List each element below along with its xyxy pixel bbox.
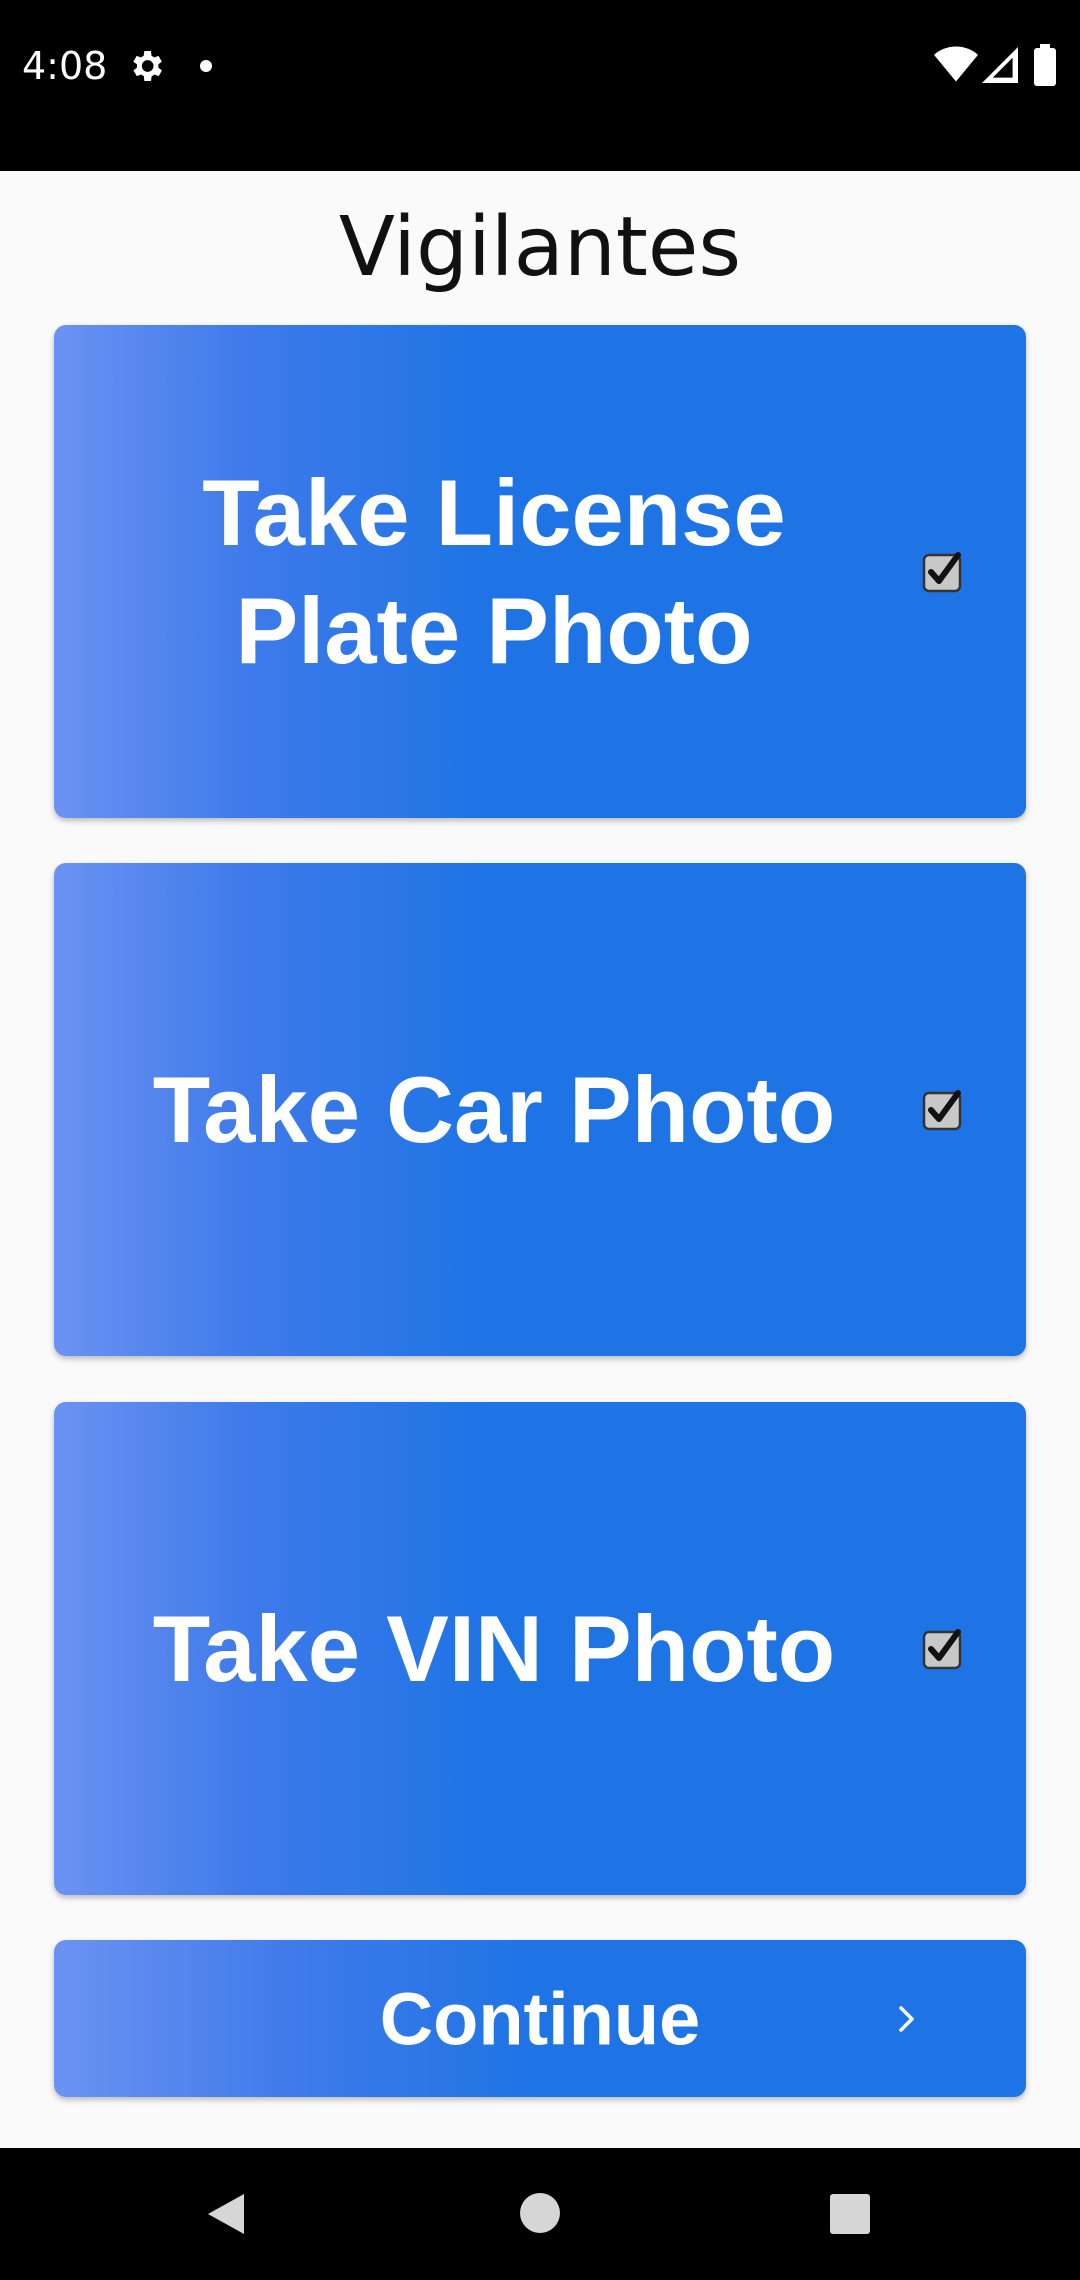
- app-title: Vigilantes: [338, 200, 742, 295]
- checkbox-checked-icon[interactable]: [922, 1628, 964, 1670]
- home-icon[interactable]: [519, 2192, 561, 2234]
- card-label: Take License Plate Photo: [202, 459, 786, 683]
- wifi-icon: [934, 46, 978, 82]
- card-label: Take Car Photo: [152, 1056, 836, 1162]
- status-time: 4:08: [22, 44, 108, 88]
- notification-dot-icon: [200, 60, 212, 72]
- back-icon[interactable]: [202, 2190, 250, 2238]
- signal-icon: [982, 47, 1018, 83]
- checkbox-checked-icon[interactable]: [922, 1089, 964, 1131]
- take-license-plate-photo-button[interactable]: Take License Plate Photo: [54, 325, 1026, 818]
- card-label: Take VIN Photo: [152, 1595, 836, 1701]
- gear-icon: [133, 51, 162, 81]
- status-bar: 4:08: [0, 0, 1080, 171]
- recents-icon[interactable]: [828, 2192, 872, 2236]
- battery-icon: [1034, 44, 1056, 86]
- take-car-photo-button[interactable]: Take Car Photo: [54, 863, 1026, 1356]
- continue-label: Continue: [379, 1977, 701, 2060]
- take-vin-photo-button[interactable]: Take VIN Photo: [54, 1402, 1026, 1895]
- navigation-bar: [0, 2148, 1080, 2280]
- chevron-right-icon: [899, 2005, 914, 2032]
- checkbox-checked-icon[interactable]: [922, 551, 964, 593]
- continue-button[interactable]: Continue: [54, 1940, 1026, 2097]
